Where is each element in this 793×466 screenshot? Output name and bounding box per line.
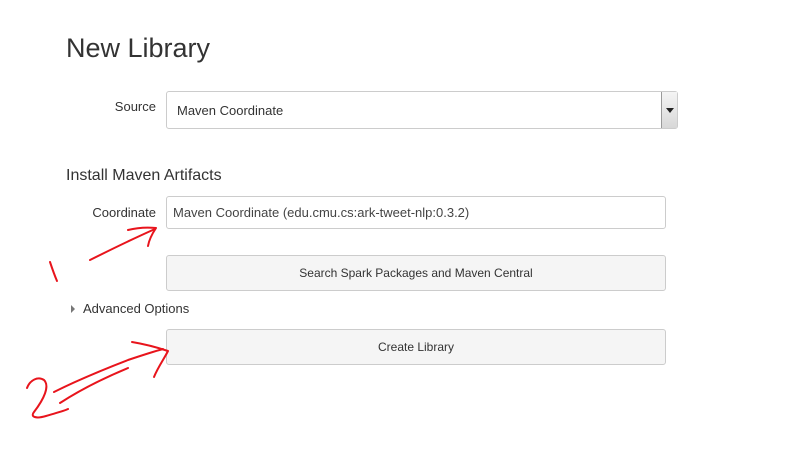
annotation-number-1	[49, 261, 58, 282]
annotation-number-2	[26, 377, 69, 419]
section-title: Install Maven Artifacts	[66, 167, 222, 184]
advanced-options-toggle[interactable]: Advanced Options	[71, 300, 189, 318]
annotation-arrow-1	[89, 228, 156, 261]
source-label: Source	[114, 99, 156, 114]
coordinate-label: Coordinate	[92, 205, 156, 220]
coordinate-input[interactable]	[166, 196, 666, 229]
caret-right-icon	[71, 305, 75, 313]
annotation-arrowhead-2	[131, 341, 169, 378]
source-select[interactable]: Maven Coordinate	[166, 91, 678, 129]
dropdown-arrow-icon[interactable]	[661, 92, 677, 128]
caret-down-icon	[665, 107, 674, 113]
new-library-page: New Library Source Maven Coordinate Inst…	[0, 0, 793, 466]
annotation-arrow-2b	[59, 367, 129, 404]
source-select-value: Maven Coordinate	[177, 103, 284, 118]
handwritten-annotations	[26, 226, 169, 419]
annotation-arrow-2	[53, 348, 164, 393]
annotation-arrowhead-1	[127, 226, 157, 247]
advanced-options-label: Advanced Options	[83, 301, 190, 316]
create-library-button[interactable]: Create Library	[166, 329, 666, 365]
search-packages-button[interactable]: Search Spark Packages and Maven Central	[166, 255, 666, 291]
page-title: New Library	[66, 33, 211, 63]
